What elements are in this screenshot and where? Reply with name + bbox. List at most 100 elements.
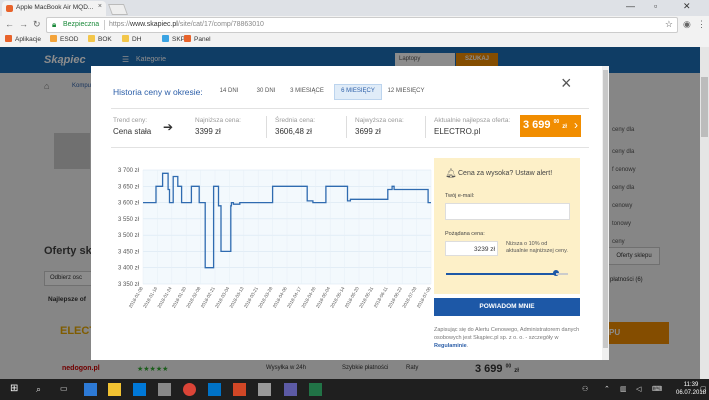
bookmark-label: BOK <box>98 36 112 43</box>
bookmark-2[interactable]: BOK <box>88 35 112 43</box>
app-icon[interactable] <box>158 383 171 396</box>
notifications-icon[interactable]: ▢ <box>700 385 707 393</box>
tab-close-icon[interactable]: × <box>98 3 102 10</box>
new-tab-button[interactable] <box>107 4 129 15</box>
url-field[interactable]: 🔒︎ Bezpieczna https://www.skapiec.pl/sit… <box>46 17 678 33</box>
alert-title: Cena za wysoka? Ustaw alert! <box>458 170 553 177</box>
bookmark-3[interactable]: DH <box>122 35 141 43</box>
terms-end: . <box>466 343 469 349</box>
stat-divider <box>346 116 347 138</box>
bookmark-star-icon[interactable]: ☆ <box>665 19 673 30</box>
divider <box>111 108 589 109</box>
security-label: Bezpieczna <box>63 21 100 28</box>
modal-title: Historia ceny w okresie: <box>113 87 203 97</box>
email-label: Twój e-mail: <box>445 193 475 199</box>
browser-tab[interactable]: Apple MacBook Air MQD... × <box>2 1 106 16</box>
stat-divider <box>425 116 426 138</box>
current-offer-button[interactable]: 3 699 00 zł › <box>520 115 581 137</box>
edge-icon[interactable] <box>84 383 97 396</box>
modal-scrollbar[interactable] <box>602 66 609 360</box>
period-tab-1[interactable]: 30 DNI <box>253 84 279 98</box>
volume-icon[interactable]: ◁ <box>636 385 641 393</box>
browser-tab-bar: Apple MacBook Air MQD... × — ▫ ✕ <box>0 0 709 16</box>
price-history-chart: 3 350 zł 3 400 zł 3 450 zł 3 500 zł 3 550 zł… <box>118 168 432 309</box>
windows-start-icon[interactable]: ⊞ <box>10 383 18 394</box>
price-slider[interactable] <box>446 270 568 276</box>
window-close-icon[interactable]: ✕ <box>683 1 691 12</box>
y-tick-label: 3 450 zł <box>118 249 140 255</box>
url-scheme: https:// <box>109 21 131 28</box>
minimize-icon[interactable]: — <box>626 1 635 11</box>
keyboard-icon[interactable]: ⌨ <box>652 385 662 393</box>
people-icon[interactable]: ⚇ <box>582 385 588 393</box>
store-icon[interactable] <box>133 383 146 396</box>
y-tick-label: 3 500 zł <box>118 233 140 239</box>
url-path: /site/cat/17/comp/78863010 <box>177 21 264 28</box>
lock-icon: 🔒︎ <box>52 20 57 29</box>
period-tab-2[interactable]: 3 MIESIĄCE <box>287 84 327 98</box>
chrome-icon[interactable] <box>183 383 196 396</box>
back-icon[interactable]: ← <box>5 19 14 29</box>
url-text: https://www.skapiec.pl/site/cat/17/comp/… <box>109 21 264 28</box>
bookmarks-bar: Aplikacje ESOD BOK DH SKP Panel <box>0 33 709 48</box>
trend-value: Cena stała <box>113 127 152 136</box>
divider <box>111 147 589 148</box>
current-offer-price: 3 699 00 zł <box>523 119 567 131</box>
bookmark-0[interactable]: Aplikacje <box>5 35 41 43</box>
y-tick-label: 3 600 zł <box>118 201 140 207</box>
folder-icon <box>50 35 57 42</box>
terms-link[interactable]: Regulaminie <box>434 343 467 349</box>
period-tab-3[interactable]: 6 MIESIĘCY <box>334 84 382 100</box>
reload-icon[interactable]: ↻ <box>33 19 41 30</box>
task-view-icon[interactable]: ▭ <box>60 384 68 393</box>
file-explorer-icon[interactable] <box>108 383 121 396</box>
teams-icon[interactable] <box>284 383 297 396</box>
url-host: www.skapiec.pl <box>130 21 178 28</box>
bookmark-label: ESOD <box>60 36 79 43</box>
y-tick-label: 3 350 zł <box>118 282 140 288</box>
desired-price-field[interactable]: 3239 zł <box>445 241 498 256</box>
highest-price-value: 3699 zł <box>355 127 381 136</box>
maximize-icon[interactable]: ▫ <box>654 1 657 11</box>
forward-icon[interactable]: → <box>19 19 28 29</box>
average-price-label: Średnia cena: <box>275 117 316 124</box>
alert-terms: Zapisując się do Alertu Cenowego, Admini… <box>434 326 580 350</box>
email-field[interactable] <box>445 203 570 220</box>
url-divider <box>104 20 105 30</box>
period-tab-4[interactable]: 12 MIESIĘCY <box>385 84 427 98</box>
powerpoint-icon[interactable] <box>233 383 246 396</box>
bookmark-1[interactable]: ESOD <box>50 35 78 43</box>
outlook-icon[interactable] <box>208 383 221 396</box>
arrow-right-icon: ➔ <box>163 120 174 134</box>
excel-icon[interactable] <box>309 383 322 396</box>
close-icon[interactable]: × <box>561 74 572 92</box>
extension-icon[interactable]: ◉ <box>683 19 691 30</box>
y-tick-label: 3 550 zł <box>118 217 140 223</box>
x-tick-label: 2018-06-11 <box>373 286 389 309</box>
notify-me-button[interactable]: POWIADOM MNIE <box>434 298 580 316</box>
menu-icon[interactable]: ⋮ <box>697 19 706 30</box>
search-icon[interactable]: ⌕ <box>36 384 41 395</box>
modal-scrollbar-thumb[interactable] <box>603 70 608 348</box>
y-tick-label: 3 650 zł <box>118 184 140 190</box>
lowest-price-label: Najniższa cena: <box>195 117 241 124</box>
taskbar: ⊞ ⌕ ▭ ⚇ ⌃ ▥ ◁ ⌨ 11:39 06.07.2018 ▢ <box>0 379 709 400</box>
chevron-up-icon[interactable]: ⌃ <box>604 385 610 393</box>
address-bar: ← → ↻ 🔒︎ Bezpieczna https://www.skapiec.… <box>0 16 709 34</box>
bookmark-5[interactable]: Panel <box>184 35 211 43</box>
average-price-value: 3606,48 zł <box>275 127 312 136</box>
bookmark-4[interactable]: SKP <box>162 35 185 43</box>
page-scrollbar[interactable] <box>700 47 709 379</box>
folder-icon <box>184 35 191 42</box>
network-icon[interactable]: ▥ <box>620 385 627 393</box>
terms-text: Zapisując się do Alertu Cenowego, Admini… <box>434 327 580 341</box>
desired-price-label: Pożądana cena: <box>445 231 485 237</box>
period-tab-0[interactable]: 14 DNI <box>216 84 242 98</box>
photos-icon[interactable] <box>258 383 271 396</box>
folder-icon <box>162 35 169 42</box>
price-alert-panel: 🔔︎ Cena za wysoka? Ustaw alert! Twój e-m… <box>434 158 580 294</box>
current-offer-label: Aktualnie najlepsza oferta: <box>434 117 511 124</box>
folder-icon <box>5 35 12 42</box>
page-scrollbar-thumb[interactable] <box>701 77 708 137</box>
chevron-right-icon: › <box>574 118 578 132</box>
